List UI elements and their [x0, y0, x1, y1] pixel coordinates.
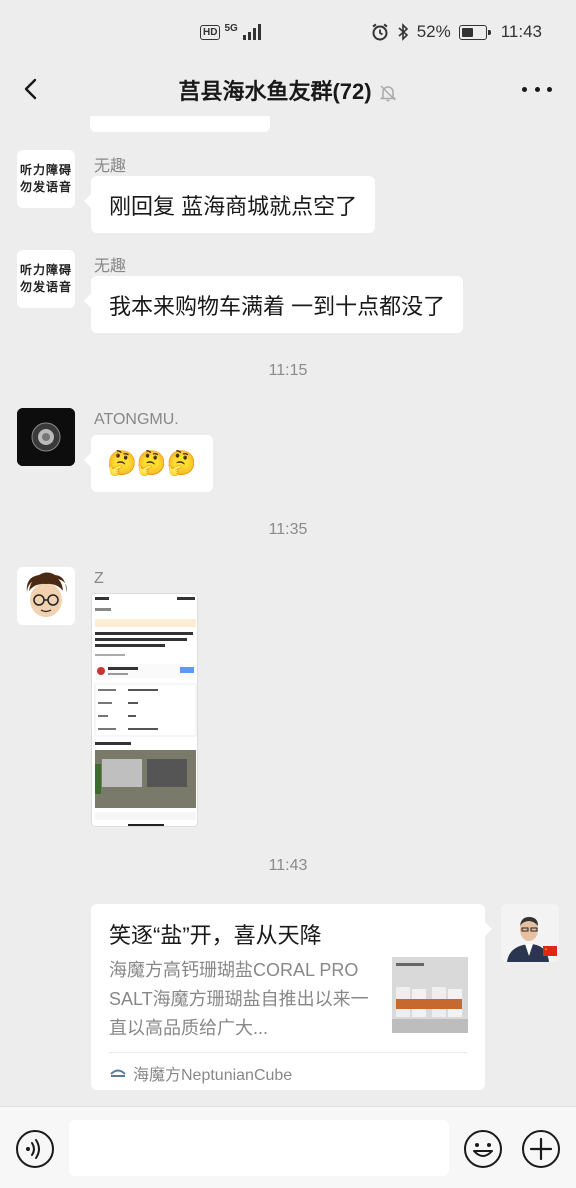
plus-icon[interactable] — [521, 1129, 561, 1169]
avatar-text-line: 听力障碍 — [19, 163, 72, 177]
message-text: 刚回复 蓝海商城就点空了 — [109, 193, 358, 219]
avatar[interactable]: 听力障碍 勿发语音 — [17, 250, 75, 308]
battery-icon — [458, 24, 491, 40]
message-bubble[interactable]: 我本来购物车满着 一到十点都没了 — [83, 276, 464, 333]
status-right: 52% 11:43 — [371, 22, 542, 42]
avatar-image — [17, 408, 75, 466]
avatar-text-line: 勿发语音 — [19, 280, 72, 294]
message-bubble[interactable]: 刚回复 蓝海商城就点空了 — [83, 176, 376, 233]
alarm-icon — [372, 23, 388, 41]
message-input[interactable] — [69, 1120, 449, 1176]
chat-header: 莒县海水鱼友群(72) — [0, 64, 576, 116]
status-time: 11:43 — [500, 22, 542, 41]
sender-name: Z — [94, 570, 104, 587]
battery-percent: 52% — [416, 22, 451, 41]
sender-name: 无趣 — [94, 158, 127, 175]
status-bar: HD 5G 52% 11:43 — [0, 0, 576, 64]
bluetooth-icon — [398, 23, 408, 41]
previous-message-bubble — [90, 116, 270, 132]
source-logo-icon — [110, 1069, 126, 1077]
mute-bell-icon — [379, 85, 396, 102]
message-list[interactable]: 听力障碍 勿发语音 无趣 刚回复 蓝海商城就点空了 听力障碍 勿发语音 无趣 我… — [0, 116, 576, 1106]
card-title: 笑逐“盐”开，喜从天降 — [109, 923, 322, 948]
avatar-image — [17, 567, 75, 625]
avatar[interactable] — [17, 567, 75, 625]
battery-fill — [461, 27, 473, 37]
message-text: 我本来购物车满着 一到十点都没了 — [109, 293, 446, 319]
timestamp: 11:35 — [268, 521, 308, 538]
source-name: 海魔方NeptunianCube — [133, 1067, 293, 1084]
timestamp: 11:15 — [268, 362, 308, 379]
voice-icon[interactable] — [15, 1129, 55, 1169]
network-indicator: HD 5G — [200, 22, 262, 40]
group-name: 莒县海水鱼友群(72) — [178, 79, 372, 104]
card-thumbnail — [392, 957, 468, 1033]
more-options-icon[interactable] — [522, 84, 552, 94]
signal-icon — [242, 24, 261, 40]
chat-title: 莒县海水鱼友群(72) — [0, 74, 576, 106]
smiley-icon[interactable] — [463, 1129, 503, 1169]
card-source: 海魔方NeptunianCube — [109, 1061, 292, 1085]
avatar[interactable]: 听力障碍 勿发语音 — [17, 150, 75, 208]
sender-name: ATONGMU. — [94, 411, 179, 428]
avatar-image — [501, 904, 559, 962]
my-avatar[interactable] — [501, 904, 559, 962]
timestamp: 11:43 — [268, 857, 308, 874]
network-type: 5G — [224, 22, 238, 34]
hd-badge: HD — [200, 24, 221, 40]
message-bubble[interactable]: 🤔🤔🤔 — [84, 435, 213, 492]
image-message[interactable] — [91, 593, 198, 827]
avatar[interactable] — [17, 408, 75, 466]
link-card[interactable]: 笑逐“盐”开，喜从天降 海魔方高钙珊瑚盐CORAL PRO SALT海魔方珊瑚盐… — [91, 904, 492, 1090]
listing-screenshot — [92, 594, 197, 826]
card-divider — [109, 1052, 467, 1053]
sender-name: 无趣 — [94, 258, 127, 275]
input-bar — [0, 1106, 576, 1188]
avatar-text-line: 听力障碍 — [19, 263, 72, 277]
message-text: 🤔🤔🤔 — [107, 450, 197, 477]
avatar-text-line: 勿发语音 — [19, 180, 72, 194]
card-description: 海魔方高钙珊瑚盐CORAL PRO SALT海魔方珊瑚盐自推出以来一直以高品质给… — [109, 960, 369, 1038]
